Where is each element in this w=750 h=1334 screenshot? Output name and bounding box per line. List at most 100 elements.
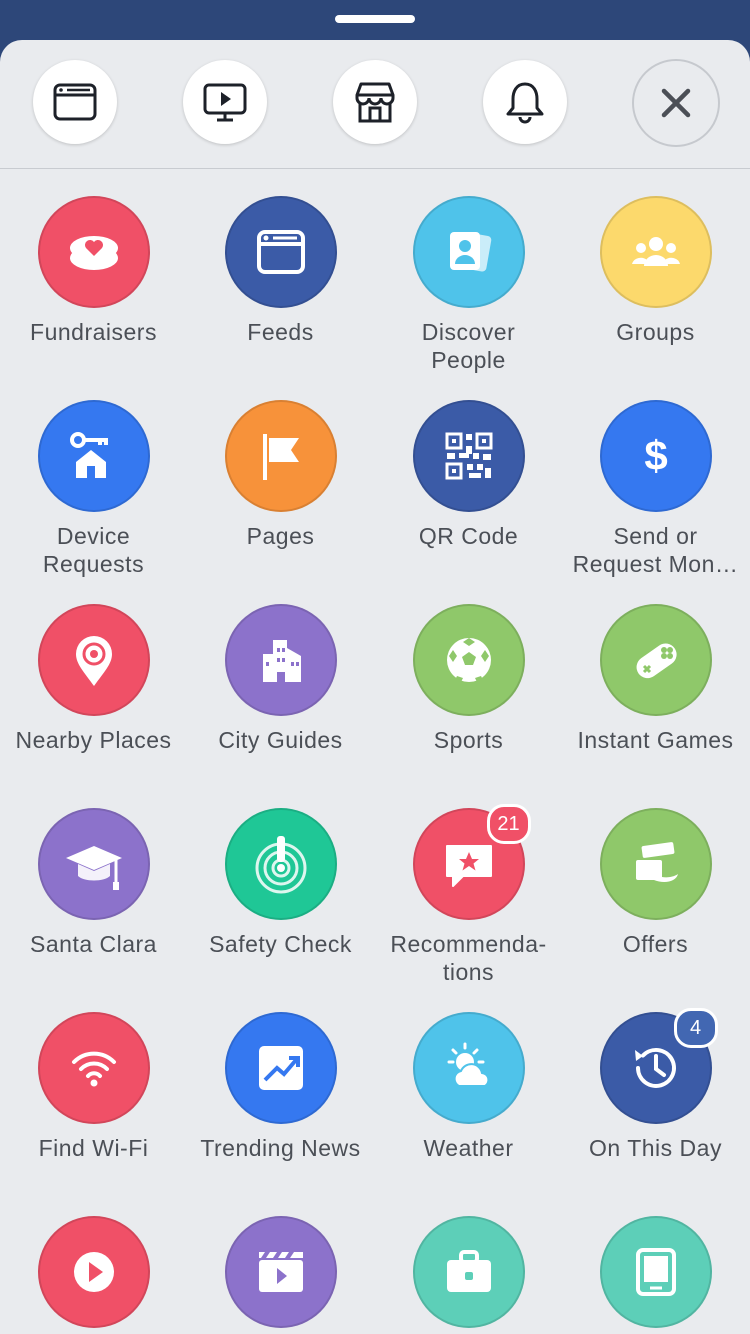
- shortcut-label: On This Day: [589, 1135, 722, 1161]
- shortcut-key-house[interactable]: Device Requests: [0, 372, 187, 578]
- shortcut-label: Device Requests: [42, 523, 145, 577]
- shortcut-label: Instant Games: [577, 727, 734, 753]
- shortcut-toolbar: [0, 40, 750, 169]
- shortcut-circle[interactable]: [224, 1216, 337, 1328]
- play-video-icon: [62, 1240, 126, 1304]
- news-feed-icon: [50, 77, 100, 127]
- shortcut-circle[interactable]: $: [599, 400, 712, 512]
- sun-cloud-icon: [437, 1036, 501, 1100]
- shortcut-movie-clapper[interactable]: [187, 1188, 374, 1334]
- watch-shortcut[interactable]: [183, 60, 267, 144]
- shortcuts-sheet: Fundraisers Feeds Discover People Groups Dev…: [0, 40, 750, 1334]
- marketplace-shortcut[interactable]: [333, 60, 417, 144]
- close-button[interactable]: [632, 59, 720, 147]
- shortcut-label: Discover People: [421, 319, 516, 373]
- tablet-icon: [624, 1240, 688, 1304]
- notifications-shortcut[interactable]: [483, 60, 567, 144]
- shortcut-circle[interactable]: 4: [599, 1008, 718, 1124]
- shortcut-circle[interactable]: [224, 604, 337, 716]
- shortcut-city-buildings[interactable]: City Guides: [187, 576, 374, 754]
- video-monitor-icon: [200, 77, 250, 127]
- shortcut-label: City Guides: [218, 727, 343, 753]
- city-buildings-icon: [249, 628, 313, 692]
- shortcut-label: Recommenda- tions: [390, 931, 547, 985]
- qr-code-icon: [437, 424, 501, 488]
- shortcut-label: Offers: [622, 931, 689, 957]
- shortcut-circle[interactable]: [412, 400, 525, 512]
- shortcut-circle[interactable]: [37, 196, 150, 308]
- shortcut-sun-cloud[interactable]: Weather: [375, 984, 562, 1162]
- notification-badge: 4: [673, 1008, 718, 1048]
- shortcut-wifi[interactable]: Find Wi-Fi: [0, 984, 187, 1162]
- shortcut-label: Feeds: [247, 319, 314, 345]
- shortcut-trending-chart[interactable]: Trending News: [187, 984, 374, 1162]
- shortcut-circle[interactable]: [224, 196, 337, 308]
- feed-window-icon: [249, 220, 313, 284]
- notification-badge: 21: [486, 804, 531, 844]
- sheet-grabber-handle[interactable]: [335, 15, 415, 23]
- shortcut-location-pin[interactable]: Nearby Places: [0, 576, 187, 754]
- shortcut-label: QR Code: [418, 523, 519, 549]
- shortcut-label: Nearby Places: [15, 727, 172, 753]
- shortcut-circle[interactable]: [37, 808, 150, 920]
- shortcut-qr-code[interactable]: QR Code: [375, 372, 562, 550]
- shortcut-circle[interactable]: [37, 604, 150, 716]
- shortcut-flag[interactable]: Pages: [187, 372, 374, 550]
- shortcut-label: Find Wi-Fi: [38, 1135, 149, 1161]
- shortcut-star-chat[interactable]: 21 Recommenda- tions: [375, 780, 562, 986]
- shortcut-offer-tag[interactable]: Offers: [562, 780, 749, 958]
- shortcut-dollar[interactable]: $ Send or Request Mon…: [562, 372, 749, 578]
- shortcut-graduation-cap[interactable]: Santa Clara: [0, 780, 187, 958]
- shortcut-group-people[interactable]: Groups: [562, 168, 749, 346]
- news-feed-shortcut[interactable]: [33, 60, 117, 144]
- safety-alert-icon: [249, 832, 313, 896]
- movie-clapper-icon: [249, 1240, 313, 1304]
- shortcut-circle[interactable]: [599, 1216, 712, 1328]
- offer-tag-icon: [624, 832, 688, 896]
- shortcut-fundraiser-heart[interactable]: Fundraisers: [0, 168, 187, 346]
- graduation-cap-icon: [62, 832, 126, 896]
- shortcut-circle[interactable]: [412, 1012, 525, 1124]
- game-controller-icon: [624, 628, 688, 692]
- shortcut-play-video[interactable]: [0, 1188, 187, 1334]
- shortcut-circle[interactable]: [599, 808, 712, 920]
- shortcut-soccer-ball[interactable]: Sports: [375, 576, 562, 754]
- shortcut-label: Pages: [246, 523, 315, 549]
- shortcut-circle[interactable]: 21: [412, 804, 531, 920]
- shortcut-game-controller[interactable]: Instant Games: [562, 576, 749, 754]
- close-icon: [651, 78, 701, 128]
- briefcase-icon: [437, 1240, 501, 1304]
- fundraiser-heart-icon: [62, 220, 126, 284]
- shortcut-circle[interactable]: [412, 196, 525, 308]
- people-cards-icon: [437, 220, 501, 284]
- clock-history-icon: [624, 1036, 688, 1100]
- wifi-icon: [62, 1036, 126, 1100]
- shortcut-circle[interactable]: [37, 400, 150, 512]
- svg-text:$: $: [644, 432, 667, 479]
- shortcut-people-cards[interactable]: Discover People: [375, 168, 562, 374]
- shortcut-label: Trending News: [200, 1135, 361, 1161]
- shortcut-briefcase[interactable]: [375, 1188, 562, 1334]
- shortcut-tablet[interactable]: [562, 1188, 749, 1334]
- shortcut-circle[interactable]: [224, 808, 337, 920]
- shortcut-circle[interactable]: [412, 1216, 525, 1328]
- shortcut-circle[interactable]: [37, 1216, 150, 1328]
- shortcut-circle[interactable]: [224, 1012, 337, 1124]
- shortcut-circle[interactable]: [599, 196, 712, 308]
- shortcut-clock-history[interactable]: 4 On This Day: [562, 984, 749, 1162]
- shortcut-circle[interactable]: [412, 604, 525, 716]
- shortcut-circle[interactable]: [599, 604, 712, 716]
- shortcut-safety-alert[interactable]: Safety Check: [187, 780, 374, 958]
- shortcut-label: Safety Check: [209, 931, 352, 957]
- bell-icon: [500, 77, 550, 127]
- shortcut-label: Sports: [433, 727, 504, 753]
- key-house-icon: [62, 424, 126, 488]
- shortcut-label: Send or Request Mon…: [572, 523, 739, 577]
- storefront-icon: [350, 77, 400, 127]
- dollar-icon: $: [624, 424, 688, 488]
- shortcut-label: Santa Clara: [30, 931, 157, 957]
- trending-chart-icon: [249, 1036, 313, 1100]
- shortcut-circle[interactable]: [37, 1012, 150, 1124]
- shortcut-circle[interactable]: [224, 400, 337, 512]
- shortcut-feed-window[interactable]: Feeds: [187, 168, 374, 346]
